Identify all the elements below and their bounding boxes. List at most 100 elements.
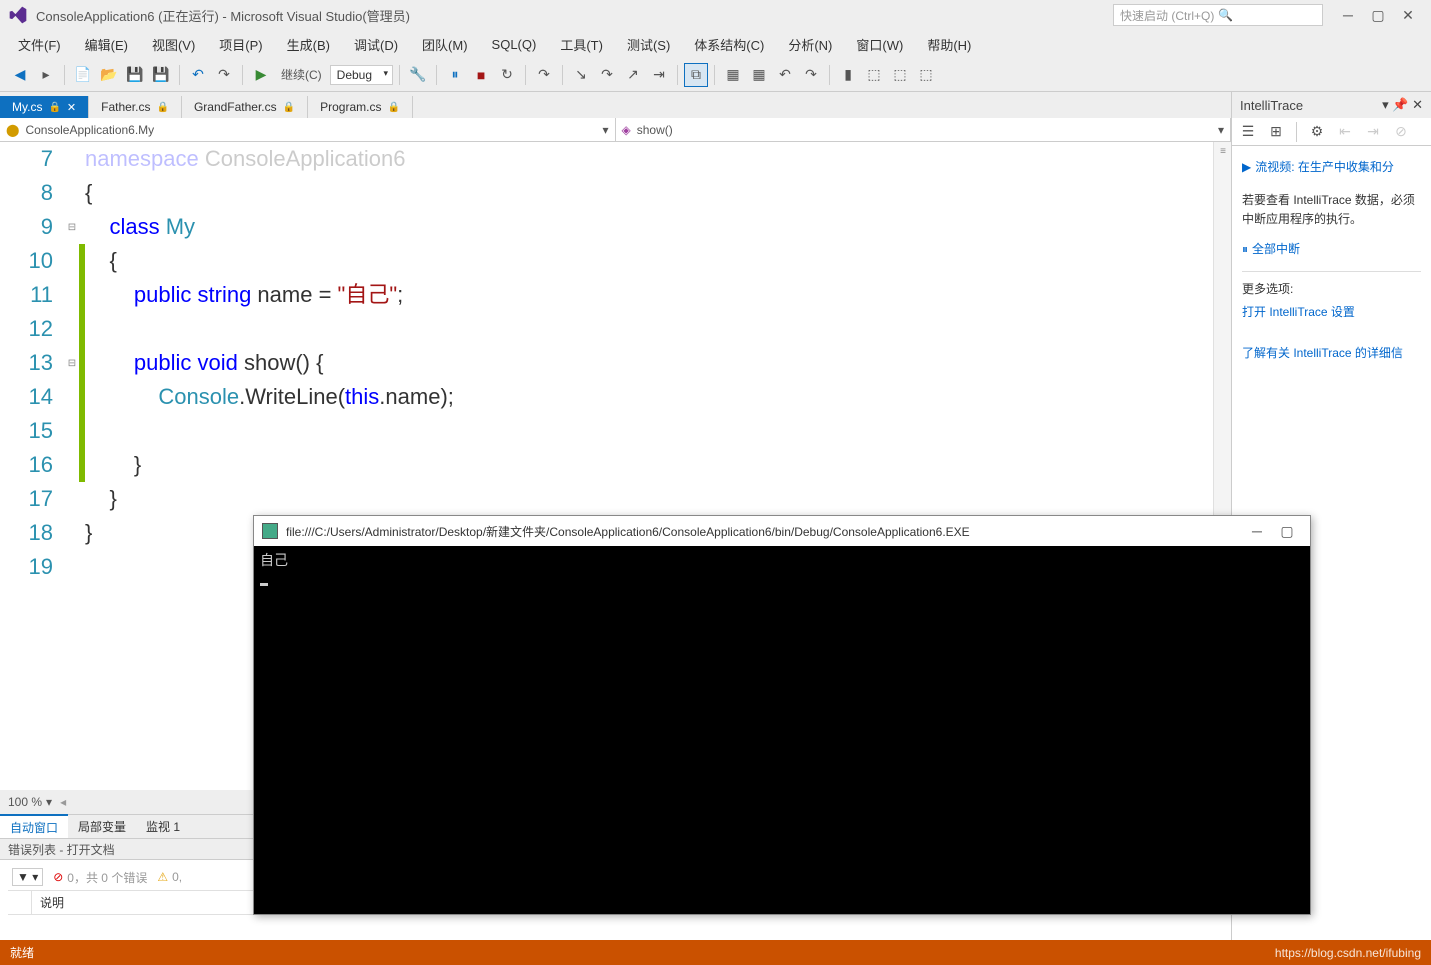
video-link[interactable]: ▶ 流视频: 在生产中收集和分 [1242,154,1421,181]
save-button[interactable]: 💾 [123,63,147,87]
intellitrace-toolbar: ☰ ⊞ ⚙ ⇤ ⇥ ⊘ [1232,118,1431,146]
menu-item[interactable]: 体系结构(C) [684,31,774,58]
view-list-icon[interactable]: ☰ [1236,120,1260,144]
nav-next-icon[interactable]: ⇥ [1361,120,1385,144]
minimize-button[interactable]: ─ [1333,5,1363,25]
menu-item[interactable]: 生成(B) [277,31,340,58]
lock-icon: 🔒 [48,102,60,113]
restart-button[interactable]: ↻ [495,63,519,87]
menu-item[interactable]: 调试(D) [344,31,408,58]
continue-button[interactable]: 继续(C) [275,64,328,85]
panel-close-icon[interactable]: ✕ [1412,97,1423,112]
close-icon[interactable]: ✕ [67,101,76,114]
console-maximize-button[interactable]: ▢ [1272,521,1302,541]
start-button[interactable]: ▶ [249,63,273,87]
config-dropdown[interactable]: Debug [330,65,393,85]
gear-icon[interactable]: ⚙ [1305,120,1329,144]
more-options-label: 更多选项: [1242,280,1421,299]
open-file-button[interactable]: 📂 [97,63,121,87]
tool-button-c[interactable]: ↶ [773,63,797,87]
vs-logo-icon [8,5,28,25]
nav-prev-icon[interactable]: ⇤ [1333,120,1357,144]
pause-button[interactable]: ⏸ [443,63,467,87]
col-icon[interactable] [8,891,32,914]
bottom-tab[interactable]: 局部变量 [68,815,136,838]
nav-bar: ⬤ ConsoleApplication6.My ▾ ◈ show() ▾ [0,118,1231,142]
close-button[interactable]: ✕ [1393,5,1423,25]
menu-item[interactable]: 团队(M) [412,31,478,58]
panel-dropdown-icon[interactable]: ▾ [1382,97,1389,112]
bottom-tab[interactable]: 监视 1 [136,815,190,838]
break-all-link[interactable]: ⏸ 全部中断 [1242,236,1421,263]
undo-button[interactable]: ↶ [186,63,210,87]
warnings-count[interactable]: ⚠0, [157,870,182,884]
console-minimize-button[interactable]: ─ [1242,521,1272,541]
watermark-url: https://blog.csdn.net/ifubing [1275,946,1421,960]
new-project-button[interactable]: 📄 [71,63,95,87]
menu-item[interactable]: 分析(N) [778,31,842,58]
console-title-text: file:///C:/Users/Administrator/Desktop/新… [286,523,1242,540]
learn-more-link[interactable]: 了解有关 IntelliTrace 的详细信 [1242,340,1421,367]
tool-button-h[interactable]: ⬚ [914,63,938,87]
nav-scope-dropdown[interactable]: ⬤ ConsoleApplication6.My ▾ [0,118,616,141]
editor-tab[interactable]: GrandFather.cs🔒 [182,96,308,118]
editor-tabs: My.cs🔒✕Father.cs🔒GrandFather.cs🔒Program.… [0,92,1231,118]
menu-item[interactable]: 文件(F) [8,31,71,58]
editor-tab[interactable]: Program.cs🔒 [308,96,413,118]
step-next-button[interactable]: ↷ [532,63,556,87]
bottom-tab[interactable]: 自动窗口 [0,814,68,839]
chevron-down-icon: ▾ [46,795,52,809]
menu-item[interactable]: 帮助(H) [917,31,981,58]
nav-back-button[interactable]: ◀ [8,63,32,87]
nav-forward-button[interactable]: ▸ [34,63,58,87]
filter-dropdown[interactable]: ▼ ▾ [12,868,43,886]
save-all-button[interactable]: 💾 [149,63,173,87]
menu-item[interactable]: 工具(T) [550,31,613,58]
step-out-button[interactable]: ↗ [621,63,645,87]
tool-button-b[interactable]: ▦ [747,63,771,87]
view-tree-icon[interactable]: ⊞ [1264,120,1288,144]
editor-tab[interactable]: My.cs🔒✕ [0,96,89,118]
window-title: ConsoleApplication6 (正在运行) - Microsoft V… [36,6,1113,25]
errors-count[interactable]: ⊘0，共 0 个错误 [53,869,147,886]
tool-button-g[interactable]: ⬚ [888,63,912,87]
console-output: 自己 [254,546,1310,590]
open-settings-link[interactable]: 打开 IntelliTrace 设置 [1242,299,1421,326]
split-icon[interactable]: ≡ [1214,142,1231,160]
menu-item[interactable]: SQL(Q) [482,33,547,56]
quick-launch-placeholder: 快速启动 (Ctrl+Q) [1120,7,1218,24]
pin-icon[interactable]: 📌 [1392,97,1408,112]
menu-item[interactable]: 项目(P) [209,31,272,58]
editor-tab[interactable]: Father.cs🔒 [89,96,182,118]
nav-member-dropdown[interactable]: ◈ show() ▾ [616,118,1232,141]
intellitrace-button[interactable]: ⧉ [684,63,708,87]
menu-item[interactable]: 窗口(W) [846,31,913,58]
menu-item[interactable]: 视图(V) [142,31,205,58]
redo-button[interactable]: ↷ [212,63,236,87]
play-icon: ▶ [1242,158,1251,177]
toolbar: ◀ ▸ 📄 📂 💾 💾 ↶ ↷ ▶ 继续(C) Debug 🔧 ⏸ ■ ↻ ↷ … [0,58,1431,92]
console-titlebar[interactable]: file:///C:/Users/Administrator/Desktop/新… [254,516,1310,546]
tool-button-f[interactable]: ⬚ [862,63,886,87]
tool-button-e[interactable]: ▮ [836,63,860,87]
zoom-level[interactable]: 100 % [8,795,42,809]
console-window[interactable]: file:///C:/Users/Administrator/Desktop/新… [253,515,1311,915]
statusbar: 就绪 https://blog.csdn.net/ifubing [0,940,1431,965]
menu-item[interactable]: 编辑(E) [75,31,138,58]
step-over-button[interactable]: ↷ [595,63,619,87]
step-into-button[interactable]: ↘ [569,63,593,87]
lock-icon: 🔒 [387,102,399,113]
tool-button-a[interactable]: ▦ [721,63,745,87]
maximize-button[interactable]: ▢ [1363,5,1393,25]
clear-icon[interactable]: ⊘ [1389,120,1413,144]
quick-launch-input[interactable]: 快速启动 (Ctrl+Q) 🔍 [1113,4,1323,26]
run-to-cursor-button[interactable]: ⇥ [647,63,671,87]
search-icon: 🔍 [1218,8,1316,22]
intellitrace-title: IntelliTrace [1240,98,1303,113]
scroll-left-icon[interactable]: ◂ [60,795,66,809]
stop-button[interactable]: ■ [469,63,493,87]
chevron-down-icon: ▾ [1218,123,1224,137]
tool-button-d[interactable]: ↷ [799,63,823,87]
menu-item[interactable]: 测试(S) [617,31,680,58]
tool-button-1[interactable]: 🔧 [406,63,430,87]
